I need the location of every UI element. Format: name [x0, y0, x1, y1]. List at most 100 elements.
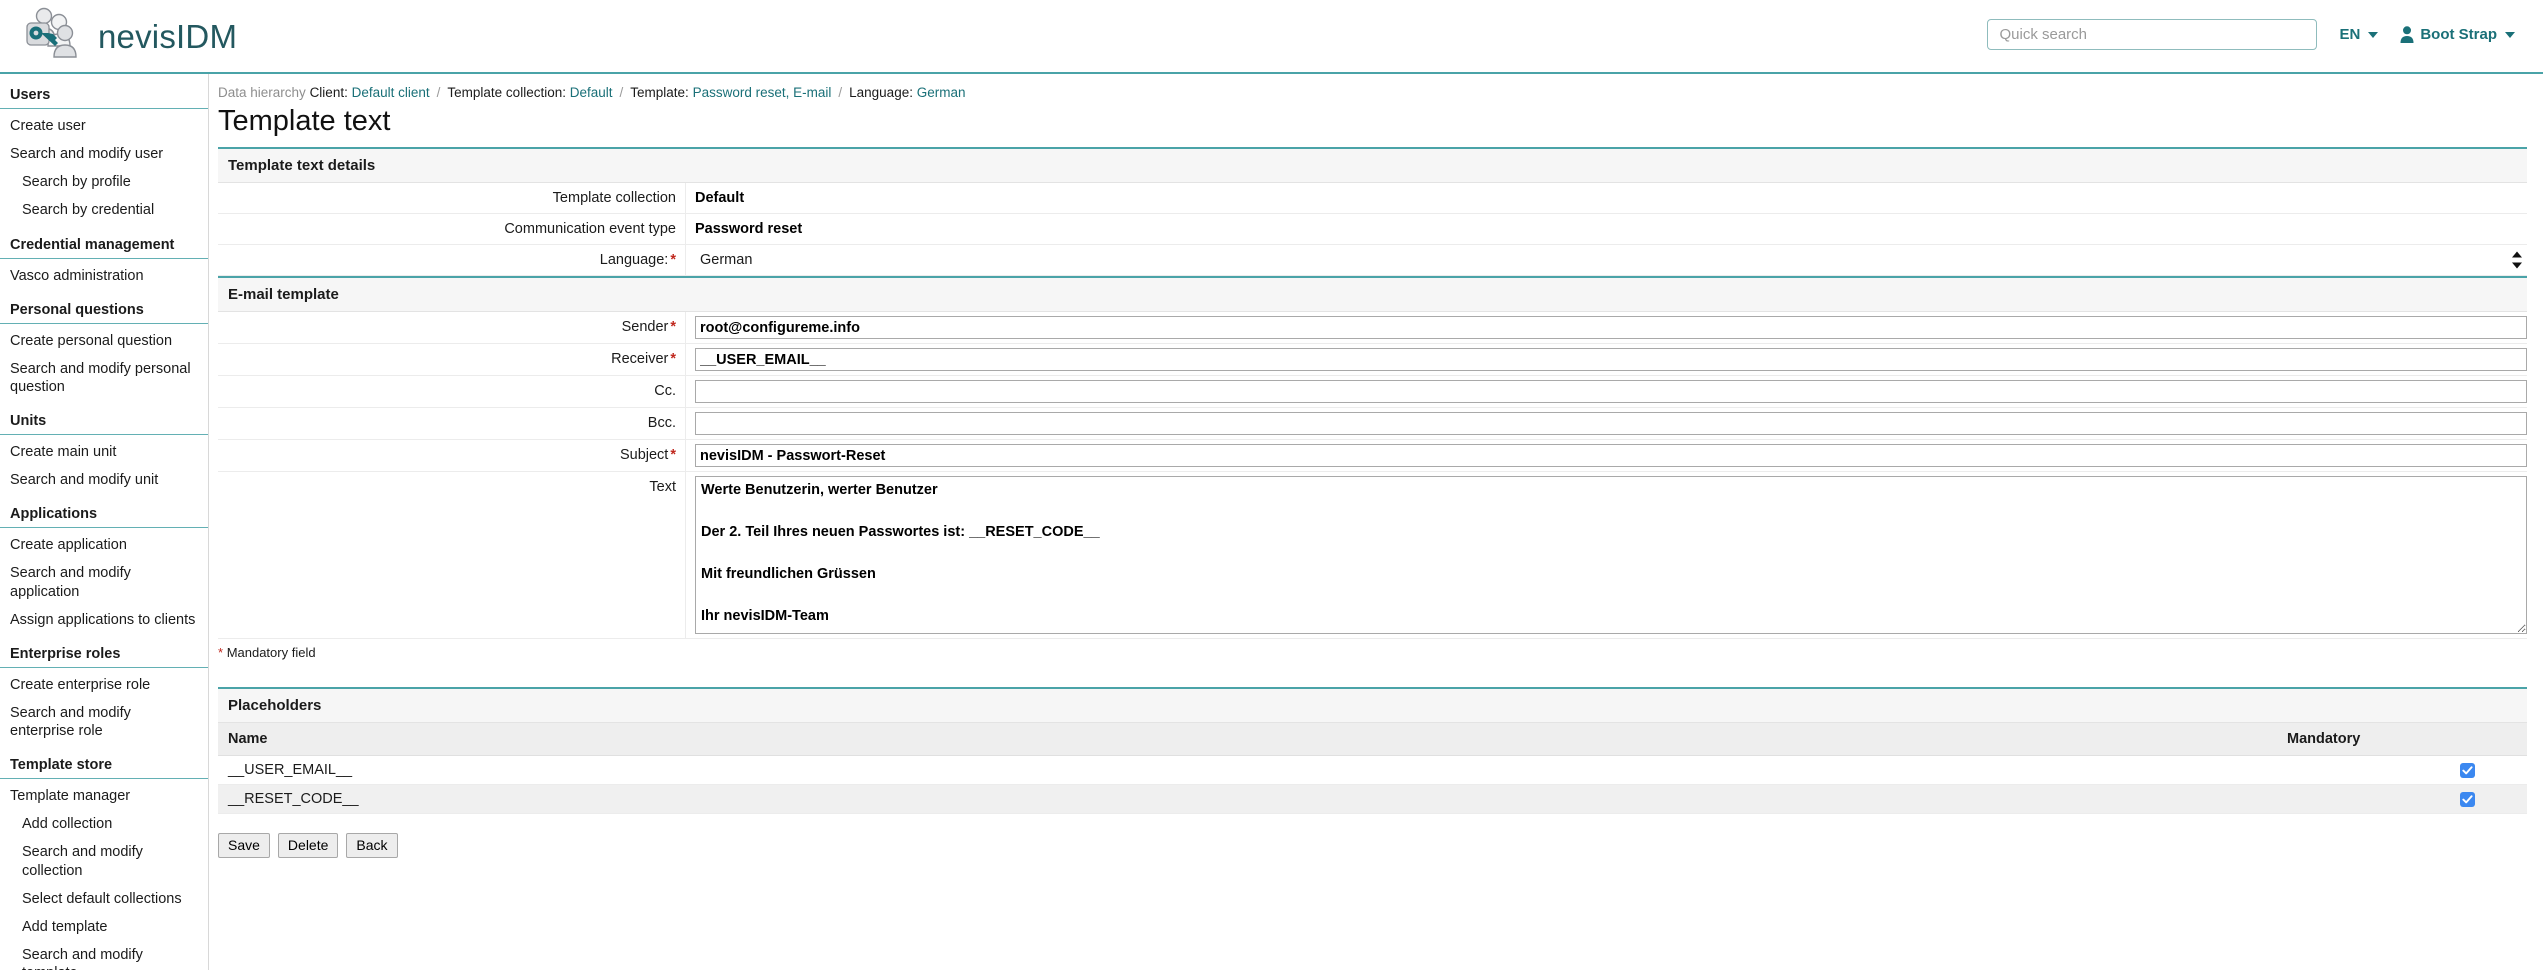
email-template-panel: E-mail template Sender*Receiver*Cc.Bcc.S… [218, 276, 2527, 639]
column-header-name: Name [218, 723, 2287, 756]
brand[interactable]: nevisIDM [22, 6, 237, 66]
sidebar-item-assign-applications-to-clients[interactable]: Assign applications to clients [0, 606, 208, 634]
main-content: Data hierarchy Client: Default client/Te… [209, 74, 2543, 858]
input-sender[interactable] [695, 316, 2527, 339]
details-panel-title: Template text details [218, 147, 2527, 183]
required-asterisk: * [670, 447, 676, 463]
field-label-template-collection: Template collection [218, 183, 686, 213]
placeholders-table-head: Name Mandatory [218, 723, 2527, 756]
sidebar-item-search-and-modify-enterprise-role[interactable]: Search and modify enterprise role [0, 699, 208, 745]
field-input-wrapper-subject [686, 440, 2527, 471]
search-input[interactable] [1987, 19, 2317, 50]
form-row: Language:* German [218, 245, 2527, 276]
language-label: EN [2339, 26, 2360, 43]
placeholder-mandatory-cell [2287, 785, 2407, 814]
field-label-text: Cc. [654, 383, 676, 399]
form-row: Communication event typePassword reset [218, 214, 2527, 245]
sidebar-section-title: Users [0, 87, 208, 109]
select-spinner-icon[interactable] [2512, 252, 2523, 269]
form-row: Subject* [218, 440, 2527, 472]
sidebar-item-search-by-credential[interactable]: Search by credential [0, 196, 208, 224]
required-asterisk: * [670, 319, 676, 335]
field-label-communication-event-type: Communication event type [218, 214, 686, 244]
sidebar-section: Personal questions Create personal questi… [0, 302, 208, 401]
back-button[interactable]: Back [346, 833, 397, 858]
input-subject[interactable] [695, 444, 2527, 467]
breadcrumb-separator: / [838, 85, 842, 100]
placeholders-table-body: __USER_EMAIL____RESET_CODE__ [218, 756, 2527, 814]
breadcrumb-link[interactable]: Default [570, 85, 613, 100]
sidebar-item-search-and-modify-unit[interactable]: Search and modify unit [0, 466, 208, 494]
input-bcc[interactable] [695, 412, 2527, 435]
sidebar-item-create-application[interactable]: Create application [0, 531, 208, 559]
header-actions: EN Boot Strap [1987, 19, 2515, 50]
field-input-wrapper-bcc [686, 408, 2527, 439]
sidebar-section: Credential management Vasco administratio… [0, 237, 208, 290]
field-label-text: Receiver [611, 351, 668, 367]
input-cc[interactable] [695, 380, 2527, 403]
field-label-text: Text [218, 472, 686, 638]
breadcrumb-link[interactable]: Password reset, E-mail [693, 85, 832, 100]
sidebar-item-add-collection[interactable]: Add collection [0, 810, 208, 838]
save-button[interactable]: Save [218, 833, 270, 858]
field-label-receiver: Receiver* [218, 344, 686, 375]
breadcrumb-link[interactable]: Default client [352, 85, 430, 100]
field-label-text: Subject [620, 447, 668, 463]
people-key-icon [22, 6, 84, 66]
page-body: UsersCreate userSearch and modify userSe… [0, 74, 2543, 970]
brand-name: nevisIDM [98, 20, 237, 53]
mandatory-checkbox[interactable] [2460, 763, 2475, 778]
textarea-text[interactable]: Werte Benutzerin, werter Benutzer Der 2.… [695, 476, 2527, 634]
page-title: Template text [218, 105, 2527, 138]
field-input-wrapper-cc [686, 376, 2527, 407]
sidebar-section: UsersCreate userSearch and modify userSe… [0, 87, 208, 225]
delete-button[interactable]: Delete [278, 833, 338, 858]
required-asterisk: * [670, 351, 676, 367]
breadcrumb-label: Language: [849, 85, 913, 100]
details-rows: Template collectionDefaultCommunication … [218, 183, 2527, 276]
select-value-language: German [695, 252, 752, 268]
breadcrumb: Data hierarchy Client: Default client/Te… [209, 74, 2527, 100]
field-label-text: Bcc. [648, 415, 676, 431]
caret-down-icon [2368, 32, 2378, 38]
sidebar-item-search-and-modify-collection[interactable]: Search and modify collection [0, 838, 208, 884]
sidebar-item-vasco-administration[interactable]: Vasco administration [0, 262, 208, 290]
email-rows: Sender*Receiver*Cc.Bcc.Subject*TextWerte… [218, 312, 2527, 639]
caret-down-icon [2505, 32, 2515, 38]
breadcrumb-label: Template collection: [447, 85, 566, 100]
sidebar-item-template-manager[interactable]: Template manager [0, 782, 208, 810]
mandatory-note-text: Mandatory field [227, 645, 316, 660]
sidebar-item-create-main-unit[interactable]: Create main unit [0, 438, 208, 466]
sidebar-item-search-and-modify-application[interactable]: Search and modify application [0, 559, 208, 605]
sidebar-item-select-default-collections[interactable]: Select default collections [0, 885, 208, 913]
placeholders-panel-title: Placeholders [218, 687, 2527, 723]
sidebar-item-add-template[interactable]: Add template [0, 913, 208, 941]
select-language[interactable]: German [695, 252, 2527, 268]
form-row: TextWerte Benutzerin, werter Benutzer De… [218, 472, 2527, 639]
sidebar-item-search-and-modify-personal-question[interactable]: Search and modify personal question [0, 355, 208, 401]
sidebar-item-search-and-modify-user[interactable]: Search and modify user [0, 140, 208, 168]
form-row: Sender* [218, 312, 2527, 344]
person-icon [2400, 26, 2414, 43]
placeholder-name-cell: __USER_EMAIL__ [218, 756, 2287, 785]
input-receiver[interactable] [695, 348, 2527, 371]
field-label-language: Language:* [218, 245, 686, 275]
mandatory-checkbox[interactable] [2460, 792, 2475, 807]
sidebar-section-title: Units [0, 413, 208, 435]
field-label-text: Language: [600, 252, 669, 268]
placeholder-name-cell: __RESET_CODE__ [218, 785, 2287, 814]
sidebar: UsersCreate userSearch and modify userSe… [0, 74, 209, 970]
sidebar-item-search-by-profile[interactable]: Search by profile [0, 168, 208, 196]
sidebar-section: Enterprise rolesCreate enterprise roleSe… [0, 646, 208, 745]
sidebar-section-title: Personal questions [0, 302, 208, 324]
sidebar-item-create-user[interactable]: Create user [0, 112, 208, 140]
field-label-text: Communication event type [504, 221, 676, 237]
user-menu[interactable]: Boot Strap [2400, 26, 2515, 43]
sidebar-item-create-enterprise-role[interactable]: Create enterprise role [0, 671, 208, 699]
required-asterisk: * [670, 252, 676, 268]
breadcrumb-link[interactable]: German [917, 85, 966, 100]
sidebar-item-create-personal-question[interactable]: Create personal question [0, 327, 208, 355]
language-menu[interactable]: EN [2339, 26, 2378, 43]
sidebar-section-title: Credential management [0, 237, 208, 259]
sidebar-item-search-and-modify-template[interactable]: Search and modify template [0, 941, 208, 970]
